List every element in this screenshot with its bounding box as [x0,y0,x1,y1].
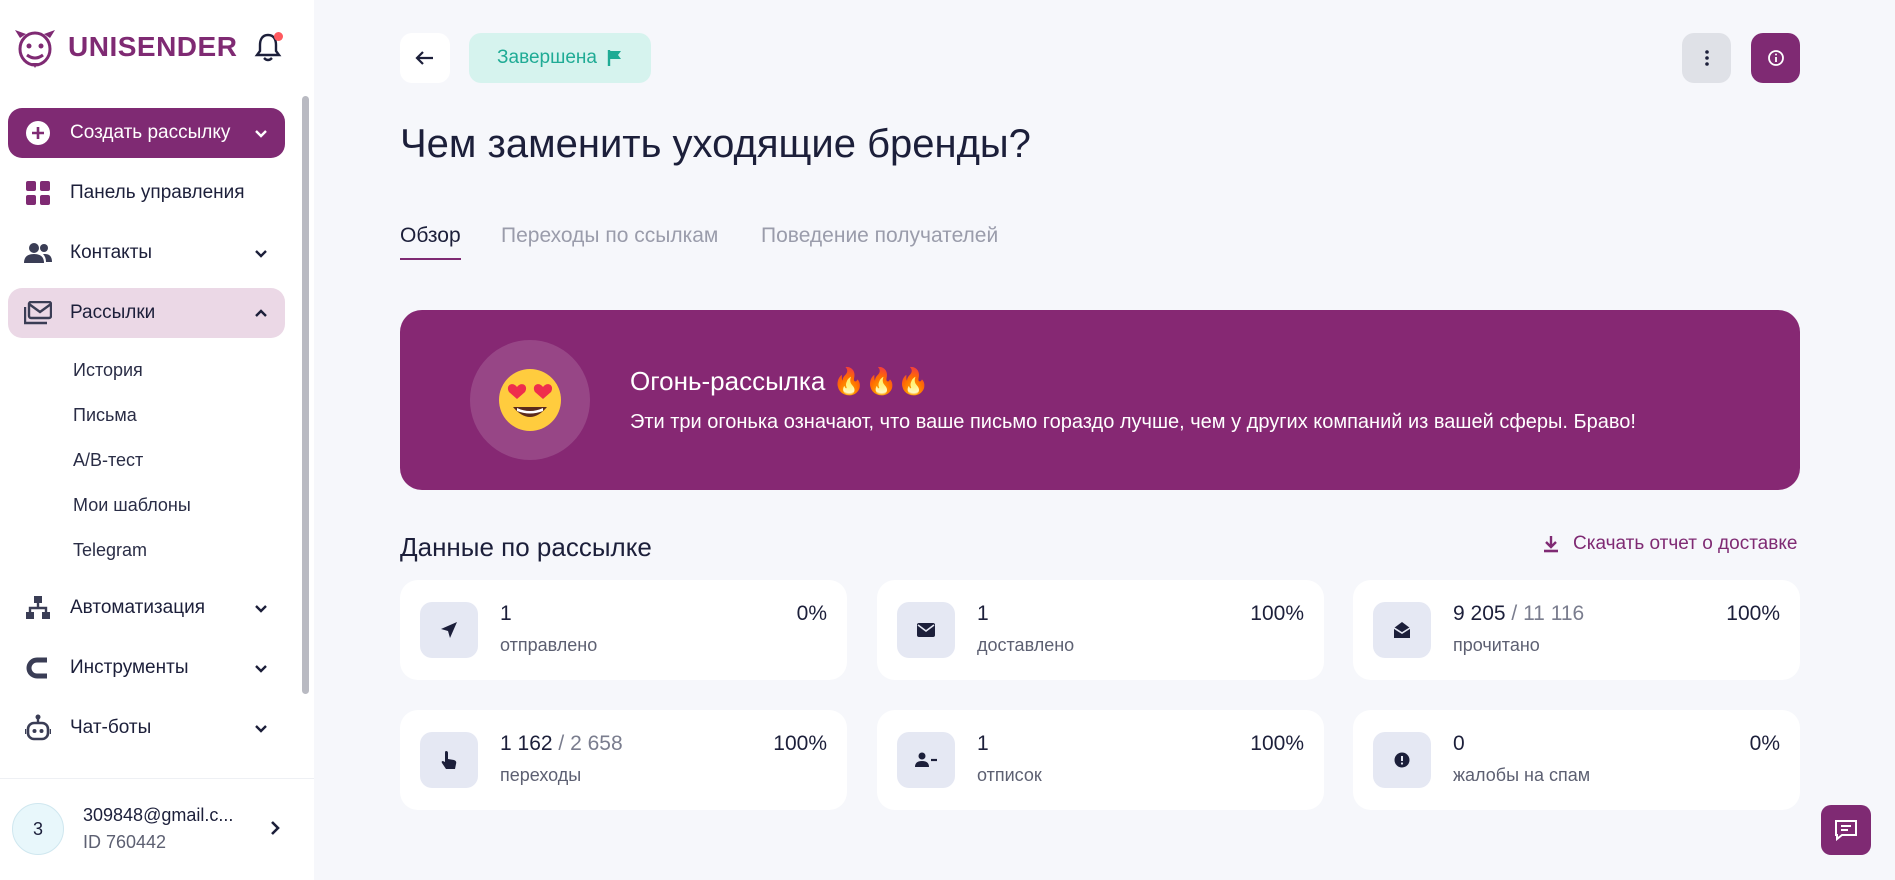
sidebar-subitem-ab-test[interactable]: A/B-тест [73,450,143,471]
sidebar-item-contacts[interactable]: Контакты [8,228,285,278]
chevron-up-icon [255,309,267,317]
stat-card-read: 9 205 / 11 116 прочитано 100% [1353,580,1800,680]
stat-value: 9 205 / 11 116 [1453,602,1585,625]
chevron-down-icon [255,605,267,613]
sidebar-item-label: Рассылки [70,302,156,323]
sidebar-subitem-history[interactable]: История [73,360,143,381]
banner-emoji-circle [470,340,590,460]
stat-label: переходы [500,765,582,785]
sidebar-scrollbar[interactable] [302,96,309,694]
stat-card-sent: 1 отправлено 0% [400,580,847,680]
stat-percent: 100% [773,732,827,755]
performance-banner: Огонь-рассылка 🔥🔥🔥 Эти три огонька означ… [400,310,1800,490]
heart-eyes-emoji-icon [499,369,561,431]
user-minus-icon [897,732,955,788]
magnet-icon [24,654,52,682]
sidebar-item-dashboard[interactable]: Панель управления [8,168,285,218]
stat-value: 1 [977,732,989,755]
sidebar-item-label: Контакты [70,242,153,263]
stat-percent: 100% [1726,602,1780,625]
stat-card-spam-complaints: 0 жалобы на спам 0% [1353,710,1800,810]
stat-percent: 0% [1749,732,1780,755]
sidebar-item-campaigns[interactable]: Рассылки [8,288,285,338]
sidebar-subitem-templates[interactable]: Мои шаблоны [73,495,191,516]
tab-link-clicks[interactable]: Переходы по ссылкам [501,224,718,248]
arrow-left-icon [415,51,433,65]
account-panel[interactable]: 3 309848@gmail.c... ID 760442 [0,778,314,880]
open-envelope-icon [1373,602,1431,658]
active-tab-indicator [400,258,461,260]
stat-label: прочитано [1453,635,1540,655]
send-icon [420,602,478,658]
account-email: 309848@gmail.c... [83,805,234,825]
page-title: Чем заменить уходящие бренды? [400,122,1031,166]
chevron-right-icon [271,821,280,835]
logo[interactable]: UNISENDER [12,24,237,70]
dashboard-grid-icon [24,179,52,207]
stat-value: 1 [500,602,512,625]
stat-percent: 0% [796,602,827,625]
more-vertical-icon [1704,50,1709,66]
robot-icon [24,714,52,742]
avatar: 3 [12,803,64,855]
sidebar-item-label: Панель управления [70,182,245,203]
stat-card-unsubscribes: 1 отписок 100% [877,710,1324,810]
status-label: Завершена [497,47,597,68]
sidebar-item-tools[interactable]: Инструменты [8,643,285,693]
status-badge: Завершена [469,33,651,83]
stat-label: жалобы на спам [1453,765,1591,785]
create-campaign-button[interactable]: Создать рассылку [8,108,285,158]
info-icon [1767,50,1784,66]
banner-title: Огонь-рассылка 🔥🔥🔥 [630,366,930,396]
sidebar-item-label: Чат-боты [70,717,152,738]
tab-overview[interactable]: Обзор [400,224,461,248]
flag-icon [607,50,621,66]
mail-stack-icon [24,299,52,327]
chevron-down-icon [255,250,267,258]
sidebar-subitem-telegram[interactable]: Telegram [73,540,147,561]
stat-value: 0 [1453,732,1465,755]
chat-bubble-icon [1835,820,1857,841]
sidebar-subitem-letters[interactable]: Письма [73,405,137,426]
plus-circle-icon [24,119,52,147]
back-button[interactable] [400,33,450,83]
unisender-logo-icon [15,30,55,68]
pointer-hand-icon [420,732,478,788]
stat-percent: 100% [1250,602,1304,625]
create-campaign-label: Создать рассылку [70,122,231,143]
stat-card-clicks: 1 162 / 2 658 переходы 100% [400,710,847,810]
automation-tree-icon [24,594,52,622]
envelope-icon [897,602,955,658]
stat-value: 1 162 / 2 658 [500,732,623,755]
stat-label: отписок [977,765,1042,785]
sidebar-item-chatbots[interactable]: Чат-боты [8,703,285,753]
alert-icon [1373,732,1431,788]
chevron-down-icon [255,725,267,733]
logo-text: UNISENDER [68,31,238,62]
download-icon [1544,536,1558,553]
sidebar-item-label: Инструменты [70,657,189,678]
sidebar: UNISENDER Создать рассылку Панель управл… [0,0,314,880]
stat-label: доставлено [977,635,1075,655]
stat-percent: 100% [1250,732,1304,755]
chat-support-button[interactable] [1821,805,1871,855]
notification-dot [274,32,283,41]
people-icon [24,239,52,267]
tab-recipient-behavior[interactable]: Поведение получателей [761,224,998,248]
banner-text: Эти три огонька означают, что ваше письм… [630,411,1636,433]
sidebar-item-automation[interactable]: Автоматизация [8,583,285,633]
download-report-link[interactable]: Скачать отчет о доставке [1543,533,1797,555]
info-button[interactable] [1751,33,1800,83]
stat-card-delivered: 1 доставлено 100% [877,580,1324,680]
chevron-down-icon [255,665,267,673]
account-id: ID 760442 [83,832,167,852]
stats-section-title: Данные по рассылке [400,532,652,562]
more-options-button[interactable] [1682,33,1731,83]
stat-label: отправлено [500,635,598,655]
download-report-label: Скачать отчет о доставке [1573,533,1798,554]
chevron-down-icon [255,130,267,138]
sidebar-item-label: Автоматизация [70,597,205,618]
stat-value: 1 [977,602,989,625]
